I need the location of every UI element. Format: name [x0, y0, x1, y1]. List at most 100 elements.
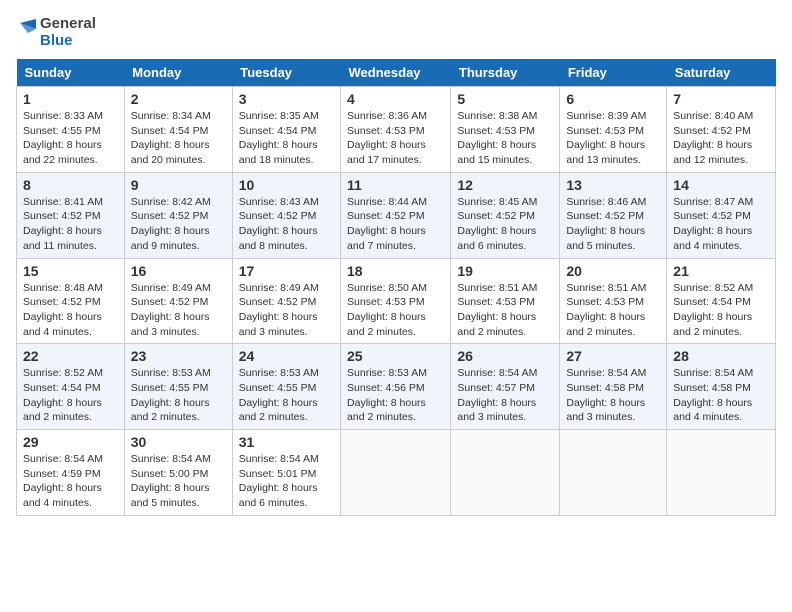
day-number: 5 — [457, 91, 553, 107]
calendar-cell: 25 Sunrise: 8:53 AM Sunset: 4:56 PM Dayl… — [341, 344, 451, 430]
sunset-label: Sunset: 4:57 PM — [457, 382, 535, 394]
day-number: 22 — [23, 348, 118, 364]
daylight-label: Daylight: 8 hours and 3 minutes. — [566, 397, 645, 424]
calendar-cell: 21 Sunrise: 8:52 AM Sunset: 4:54 PM Dayl… — [667, 258, 776, 344]
sunrise-label: Sunrise: 8:52 AM — [673, 282, 753, 294]
daylight-label: Daylight: 8 hours and 2 minutes. — [566, 311, 645, 338]
sunset-label: Sunset: 4:56 PM — [347, 382, 425, 394]
sunrise-label: Sunrise: 8:46 AM — [566, 196, 646, 208]
day-info: Sunrise: 8:50 AM Sunset: 4:53 PM Dayligh… — [347, 281, 444, 340]
sunrise-label: Sunrise: 8:51 AM — [566, 282, 646, 294]
day-info: Sunrise: 8:46 AM Sunset: 4:52 PM Dayligh… — [566, 195, 660, 254]
sunrise-label: Sunrise: 8:45 AM — [457, 196, 537, 208]
daylight-label: Daylight: 8 hours and 3 minutes. — [239, 311, 318, 338]
sunset-label: Sunset: 4:52 PM — [239, 210, 317, 222]
weekday-header-friday: Friday — [560, 59, 667, 87]
sunset-label: Sunset: 4:54 PM — [23, 382, 101, 394]
daylight-label: Daylight: 8 hours and 8 minutes. — [239, 225, 318, 252]
day-info: Sunrise: 8:53 AM Sunset: 4:55 PM Dayligh… — [131, 366, 226, 425]
day-number: 17 — [239, 263, 334, 279]
sunrise-label: Sunrise: 8:54 AM — [457, 367, 537, 379]
daylight-label: Daylight: 8 hours and 2 minutes. — [239, 397, 318, 424]
calendar-cell — [560, 430, 667, 516]
day-number: 26 — [457, 348, 553, 364]
sunrise-label: Sunrise: 8:50 AM — [347, 282, 427, 294]
day-number: 10 — [239, 177, 334, 193]
day-info: Sunrise: 8:51 AM Sunset: 4:53 PM Dayligh… — [566, 281, 660, 340]
day-info: Sunrise: 8:42 AM Sunset: 4:52 PM Dayligh… — [131, 195, 226, 254]
day-number: 25 — [347, 348, 444, 364]
daylight-label: Daylight: 8 hours and 17 minutes. — [347, 139, 426, 166]
sunset-label: Sunset: 4:55 PM — [131, 382, 209, 394]
daylight-label: Daylight: 8 hours and 3 minutes. — [457, 397, 536, 424]
weekday-header-saturday: Saturday — [667, 59, 776, 87]
calendar-table: SundayMondayTuesdayWednesdayThursdayFrid… — [16, 59, 776, 516]
sunset-label: Sunset: 4:52 PM — [457, 210, 535, 222]
sunrise-label: Sunrise: 8:53 AM — [131, 367, 211, 379]
day-number: 16 — [131, 263, 226, 279]
daylight-label: Daylight: 8 hours and 2 minutes. — [131, 397, 210, 424]
logo-general-text: General — [40, 16, 96, 33]
calendar-cell: 26 Sunrise: 8:54 AM Sunset: 4:57 PM Dayl… — [451, 344, 560, 430]
calendar-cell: 13 Sunrise: 8:46 AM Sunset: 4:52 PM Dayl… — [560, 172, 667, 258]
day-number: 14 — [673, 177, 769, 193]
day-number: 12 — [457, 177, 553, 193]
sunrise-label: Sunrise: 8:41 AM — [23, 196, 103, 208]
daylight-label: Daylight: 8 hours and 4 minutes. — [23, 311, 102, 338]
calendar-cell: 30 Sunrise: 8:54 AM Sunset: 5:00 PM Dayl… — [124, 430, 232, 516]
calendar-cell: 18 Sunrise: 8:50 AM Sunset: 4:53 PM Dayl… — [341, 258, 451, 344]
sunrise-label: Sunrise: 8:53 AM — [239, 367, 319, 379]
day-info: Sunrise: 8:54 AM Sunset: 5:00 PM Dayligh… — [131, 452, 226, 511]
sunrise-label: Sunrise: 8:48 AM — [23, 282, 103, 294]
sunset-label: Sunset: 4:53 PM — [347, 125, 425, 137]
calendar-cell: 20 Sunrise: 8:51 AM Sunset: 4:53 PM Dayl… — [560, 258, 667, 344]
day-info: Sunrise: 8:53 AM Sunset: 4:56 PM Dayligh… — [347, 366, 444, 425]
day-number: 3 — [239, 91, 334, 107]
daylight-label: Daylight: 8 hours and 2 minutes. — [347, 311, 426, 338]
day-number: 28 — [673, 348, 769, 364]
sunset-label: Sunset: 4:52 PM — [673, 125, 751, 137]
sunset-label: Sunset: 4:53 PM — [457, 296, 535, 308]
daylight-label: Daylight: 8 hours and 3 minutes. — [131, 311, 210, 338]
daylight-label: Daylight: 8 hours and 2 minutes. — [347, 397, 426, 424]
weekday-header-thursday: Thursday — [451, 59, 560, 87]
sunset-label: Sunset: 4:52 PM — [347, 210, 425, 222]
day-number: 6 — [566, 91, 660, 107]
logo: General Blue — [16, 16, 96, 49]
day-info: Sunrise: 8:40 AM Sunset: 4:52 PM Dayligh… — [673, 109, 769, 168]
sunrise-label: Sunrise: 8:34 AM — [131, 110, 211, 122]
calendar-cell: 14 Sunrise: 8:47 AM Sunset: 4:52 PM Dayl… — [667, 172, 776, 258]
daylight-label: Daylight: 8 hours and 5 minutes. — [566, 225, 645, 252]
calendar-cell: 15 Sunrise: 8:48 AM Sunset: 4:52 PM Dayl… — [17, 258, 125, 344]
daylight-label: Daylight: 8 hours and 5 minutes. — [131, 482, 210, 509]
day-number: 8 — [23, 177, 118, 193]
logo-blue-text: Blue — [40, 33, 96, 50]
calendar-cell: 1 Sunrise: 8:33 AM Sunset: 4:55 PM Dayli… — [17, 87, 125, 173]
daylight-label: Daylight: 8 hours and 6 minutes. — [457, 225, 536, 252]
daylight-label: Daylight: 8 hours and 2 minutes. — [457, 311, 536, 338]
sunrise-label: Sunrise: 8:35 AM — [239, 110, 319, 122]
sunrise-label: Sunrise: 8:51 AM — [457, 282, 537, 294]
sunrise-label: Sunrise: 8:42 AM — [131, 196, 211, 208]
page-header: General Blue — [16, 16, 776, 49]
sunset-label: Sunset: 4:53 PM — [457, 125, 535, 137]
calendar-cell — [451, 430, 560, 516]
day-info: Sunrise: 8:33 AM Sunset: 4:55 PM Dayligh… — [23, 109, 118, 168]
sunset-label: Sunset: 4:52 PM — [673, 210, 751, 222]
calendar-cell: 17 Sunrise: 8:49 AM Sunset: 4:52 PM Dayl… — [232, 258, 340, 344]
sunset-label: Sunset: 4:54 PM — [131, 125, 209, 137]
weekday-header-tuesday: Tuesday — [232, 59, 340, 87]
day-number: 20 — [566, 263, 660, 279]
calendar-cell: 19 Sunrise: 8:51 AM Sunset: 4:53 PM Dayl… — [451, 258, 560, 344]
daylight-label: Daylight: 8 hours and 18 minutes. — [239, 139, 318, 166]
day-info: Sunrise: 8:52 AM Sunset: 4:54 PM Dayligh… — [23, 366, 118, 425]
daylight-label: Daylight: 8 hours and 4 minutes. — [673, 225, 752, 252]
sunset-label: Sunset: 4:52 PM — [23, 296, 101, 308]
sunset-label: Sunset: 5:01 PM — [239, 468, 317, 480]
daylight-label: Daylight: 8 hours and 22 minutes. — [23, 139, 102, 166]
day-info: Sunrise: 8:35 AM Sunset: 4:54 PM Dayligh… — [239, 109, 334, 168]
sunrise-label: Sunrise: 8:54 AM — [23, 453, 103, 465]
day-info: Sunrise: 8:47 AM Sunset: 4:52 PM Dayligh… — [673, 195, 769, 254]
calendar-cell: 23 Sunrise: 8:53 AM Sunset: 4:55 PM Dayl… — [124, 344, 232, 430]
daylight-label: Daylight: 8 hours and 13 minutes. — [566, 139, 645, 166]
